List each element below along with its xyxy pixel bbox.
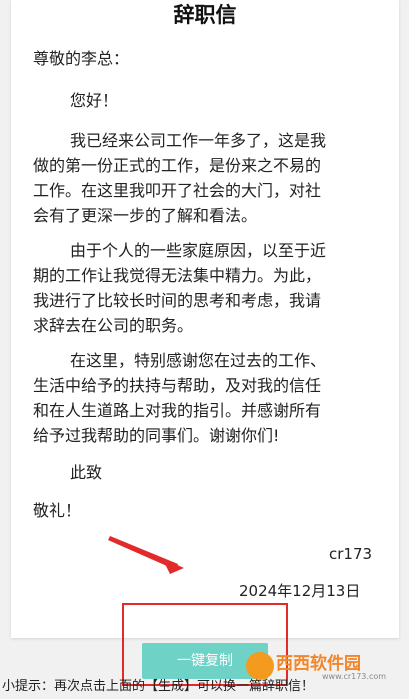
paragraph-line: 工作。在这里我叩开了社会的大门，对社 — [33, 181, 322, 200]
paragraph-line: 我进行了比较长时间的思考和考虑，我请 — [33, 291, 322, 310]
paragraph-line: 给予过我帮助的同事们。谢谢你们! — [33, 426, 280, 445]
annotation-arrow-icon — [108, 536, 184, 574]
paragraph-line: 期的工作让我觉得无法集中精力。为此， — [33, 266, 322, 285]
greeting: 您好！ — [70, 91, 119, 110]
paragraph-line: 由于个人的一些家庭原因，以至于近 — [70, 241, 327, 260]
paragraph-line: 和在人生道路上对我的指引。并感谢所有 — [33, 401, 322, 420]
letter-date: 2024年12月13日 — [239, 582, 361, 600]
paragraph-line: 会有了更深一步的了解和看法。 — [33, 206, 258, 225]
paragraph-line: 求辞去在公司的职务。 — [33, 316, 194, 335]
watermark: 西西软件园 www.cr173.com — [246, 652, 406, 681]
paragraph-line: 在这里，特别感谢您在过去的工作、 — [70, 351, 327, 370]
closing-line-2: 敬礼！ — [33, 501, 82, 520]
watermark-logo-icon — [246, 652, 274, 680]
watermark-url: www.cr173.com — [322, 672, 387, 681]
signature: cr173 — [329, 545, 373, 563]
letter-card: 辞职信 尊敬的李总： 您好！ 我已经来公司工作一年多了，这是我 做的第一份正式的… — [11, 0, 399, 638]
salutation: 尊敬的李总： — [33, 49, 130, 68]
closing-line-1: 此致 — [70, 463, 103, 482]
letter-title: 辞职信 — [173, 3, 237, 27]
paragraph-line: 我已经来公司工作一年多了，这是我 — [70, 131, 327, 150]
paragraph-line: 生活中给予的扶持与帮助，及对我的信任 — [33, 376, 322, 395]
paragraph-line: 做的第一份正式的工作，是份来之不易的 — [33, 156, 322, 175]
